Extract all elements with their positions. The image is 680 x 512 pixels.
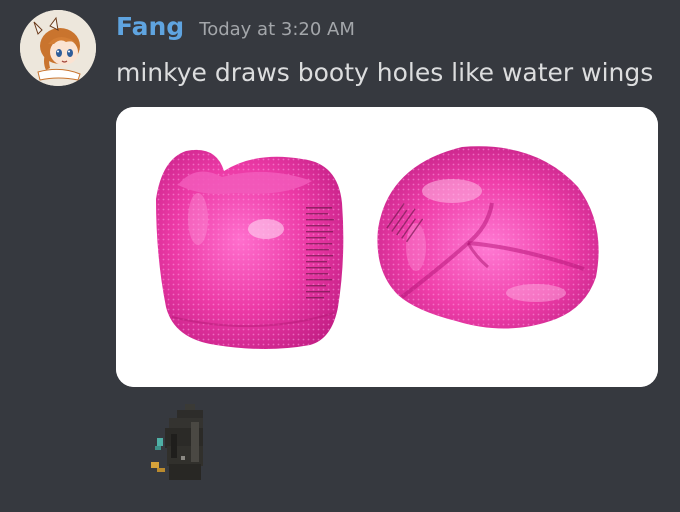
pink-water-wings-image-icon (116, 107, 658, 387)
username[interactable]: Fang (116, 12, 184, 41)
user-avatar[interactable] (20, 10, 96, 86)
message-timestamp: Today at 3:20 AM (199, 19, 355, 40)
image-attachment[interactable] (116, 107, 658, 387)
message-header: Fang Today at 3:20 AM (116, 12, 355, 41)
message-content: minkye draws booty holes like water wing… (116, 58, 654, 87)
anime-girl-avatar-icon (20, 10, 96, 86)
pixel-sticker-icon (151, 404, 203, 480)
chat-message: Fang Today at 3:20 AM minkye draws booty… (0, 0, 680, 512)
pixel-sticker-emoji[interactable] (147, 404, 205, 482)
